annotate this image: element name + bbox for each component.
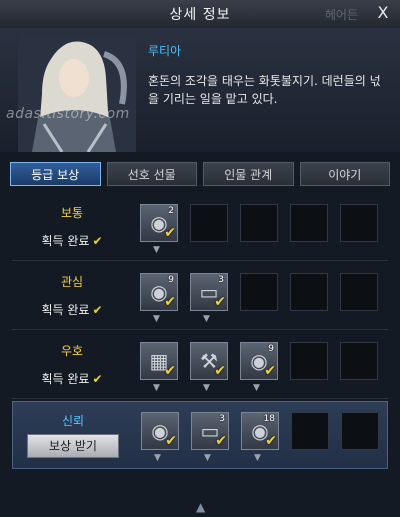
checkmark-icon: ✔	[164, 294, 176, 310]
reward-slots: ◉ ✔ ▼ ▭ 3 ✔ ▼ ◉ 18 ✔ ▼	[141, 412, 379, 463]
tab-bar: 등급 보상 선호 선물 인물 관계 이야기	[10, 162, 390, 186]
reward-slot[interactable]: ▦ ✔ ▼	[140, 342, 178, 393]
checkmark-icon: ✔	[92, 303, 103, 317]
checkmark-icon: ✔	[92, 372, 103, 386]
reward-slot[interactable]: ◉ 9 ✔ ▼	[140, 273, 178, 324]
empty-reward-slot	[290, 273, 328, 311]
tier-row-interest: 관심 획득 완료 ✔ ◉ 9 ✔ ▼ ▭ 3 ✔ ▼	[12, 263, 388, 330]
tier-name: 우호	[60, 344, 84, 358]
reward-count: 3	[219, 414, 225, 424]
character-name: 루티아	[148, 44, 182, 58]
empty-reward-slot	[240, 273, 278, 311]
tab-preferred-gifts[interactable]: 선호 선물	[106, 162, 197, 186]
reward-slot[interactable]: ⚒ ✔ ▼	[190, 342, 228, 393]
tier-status-text: 획득 완료	[41, 303, 90, 317]
reward-slot[interactable]: ◉ 9 ✔ ▼	[240, 342, 278, 393]
chevron-down-icon: ▼	[203, 383, 210, 393]
reward-slot[interactable]: ▭ 3 ✔ ▼	[190, 273, 228, 324]
empty-reward-slot	[340, 204, 378, 242]
empty-reward-slot	[290, 204, 328, 242]
reward-slot[interactable]: ◉ 2 ✔ ▼	[140, 204, 178, 255]
character-header: 루티아 혼돈의 조각을 태우는 화톳불지기. 데런들의 넋을 기리는 일을 맡고…	[0, 28, 400, 152]
empty-reward-slot	[240, 204, 278, 242]
reward-count: 3	[218, 275, 224, 285]
chevron-down-icon: ▼	[253, 383, 260, 393]
checkmark-icon: ✔	[214, 363, 226, 379]
checkmark-icon: ✔	[265, 433, 277, 449]
reward-slots: ◉ 2 ✔ ▼	[140, 204, 378, 255]
empty-reward-slot	[190, 204, 228, 242]
reward-slot[interactable]: ▭ 3 ✔ ▼	[191, 412, 229, 463]
empty-reward-slot	[341, 412, 379, 450]
checkmark-icon: ✔	[215, 433, 227, 449]
character-description: 혼돈의 조각을 태우는 화톳불지기. 데런들의 넋을 기리는 일을 맡고 있다.	[148, 74, 381, 106]
reward-count: 18	[263, 414, 275, 424]
tier-status: 획득 완료 ✔	[12, 301, 132, 318]
chevron-down-icon: ▼	[153, 383, 160, 393]
tier-status: 획득 완료 ✔	[12, 232, 132, 249]
reward-slot[interactable]: ◉ 18 ✔ ▼	[241, 412, 279, 463]
reward-count: 9	[268, 344, 274, 354]
character-portrait	[18, 34, 136, 152]
checkmark-icon: ✔	[264, 363, 276, 379]
tab-relationships[interactable]: 인물 관계	[203, 162, 294, 186]
chevron-down-icon: ▼	[153, 245, 160, 255]
checkmark-icon: ✔	[214, 294, 226, 310]
checkmark-icon: ✔	[92, 234, 103, 248]
chevron-down-icon: ▼	[254, 453, 261, 463]
tier-row-friendly: 우호 획득 완료 ✔ ▦ ✔ ▼ ⚒ ✔ ▼ ◉ 9 ✔ ▼	[12, 332, 388, 399]
background-tab-label: 헤어든	[324, 8, 358, 22]
chevron-down-icon: ▼	[154, 453, 161, 463]
tier-row-trust: 신뢰 보상 받기 ◉ ✔ ▼ ▭ 3 ✔ ▼ ◉ 18 ✔ ▼	[12, 401, 388, 469]
empty-reward-slot	[340, 342, 378, 380]
tab-story[interactable]: 이야기	[299, 162, 390, 186]
empty-reward-slot	[340, 273, 378, 311]
tier-name: 관심	[60, 275, 84, 289]
tier-name: 보통	[60, 206, 84, 220]
close-button[interactable]: X	[372, 2, 394, 24]
checkmark-icon: ✔	[164, 225, 176, 241]
reward-count: 2	[168, 206, 174, 216]
tier-status: 획득 완료 ✔	[12, 370, 132, 387]
tier-name: 신뢰	[61, 414, 85, 428]
watermark: adas.tistory.com	[6, 106, 130, 122]
claim-reward-button[interactable]: 보상 받기	[27, 434, 119, 458]
chevron-down-icon: ▼	[153, 314, 160, 324]
reward-slots: ◉ 9 ✔ ▼ ▭ 3 ✔ ▼	[140, 273, 378, 324]
reward-slot[interactable]: ◉ ✔ ▼	[141, 412, 179, 463]
reward-slots: ▦ ✔ ▼ ⚒ ✔ ▼ ◉ 9 ✔ ▼	[140, 342, 378, 393]
title-bar: 상세 정보 헤어든 X	[0, 0, 400, 29]
tier-status-text: 획득 완료	[41, 234, 90, 248]
chevron-down-icon: ▼	[204, 453, 211, 463]
tier-row-normal: 보통 획득 완료 ✔ ◉ 2 ✔ ▼	[12, 194, 388, 261]
checkmark-icon: ✔	[164, 363, 176, 379]
reward-count: 9	[168, 275, 174, 285]
reward-tiers: 보통 획득 완료 ✔ ◉ 2 ✔ ▼ 관심 획득 완료 ✔ ◉ 9 ✔ ▼ ▭ …	[12, 194, 388, 471]
tier-status-text: 획득 완료	[41, 372, 90, 386]
empty-reward-slot	[290, 342, 328, 380]
chevron-up-icon: ▲	[196, 500, 206, 514]
tab-rank-rewards[interactable]: 등급 보상	[10, 162, 101, 186]
chevron-down-icon: ▼	[203, 314, 210, 324]
empty-reward-slot	[291, 412, 329, 450]
checkmark-icon: ✔	[165, 433, 177, 449]
